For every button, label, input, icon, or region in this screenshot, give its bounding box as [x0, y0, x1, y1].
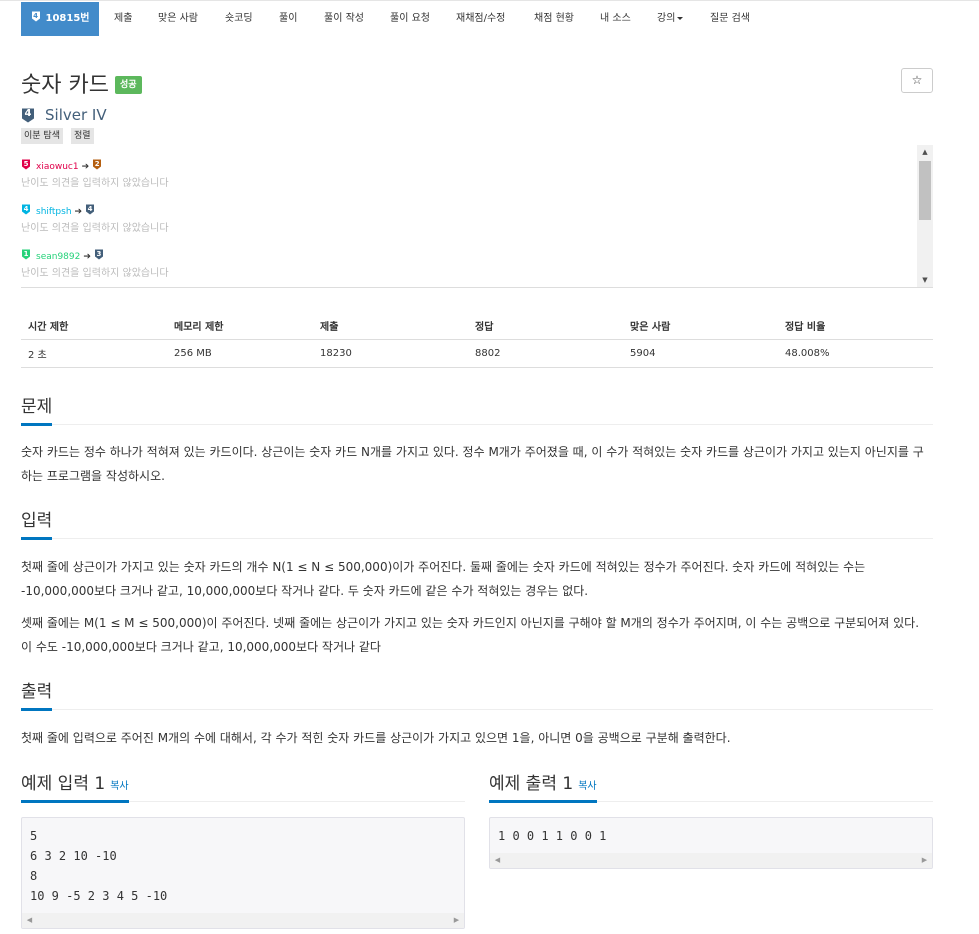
section-title: 예제 출력 1 복사 — [489, 769, 597, 803]
voted-tier-icon: 3 — [94, 249, 103, 260]
opinion-note: 난이도 의견을 입력하지 않았습니다 — [21, 268, 169, 279]
section-title: 출력 — [21, 677, 53, 711]
sample-input-content: 5 6 3 2 10 -10 8 10 9 -5 2 3 4 5 -10 — [30, 829, 168, 903]
scroll-thumb[interactable] — [919, 161, 931, 220]
tag-binary-search[interactable]: 이분 탐색 — [21, 128, 63, 144]
section-title: 입력 — [21, 506, 53, 540]
section-title: 예제 입력 1 복사 — [21, 769, 129, 803]
voted-tier-icon: 2 — [93, 159, 102, 170]
favorite-star-button[interactable]: ☆ — [901, 68, 933, 93]
input-description-2: 셋째 줄에는 M(1 ≤ M ≤ 500,000)이 주어진다. 넷째 줄에는 … — [21, 616, 920, 654]
scroll-left-icon[interactable]: ◀ — [22, 913, 37, 928]
table-row: 2 초 256 MB 18230 8802 5904 48.008% — [21, 339, 933, 368]
scroll-right-icon[interactable]: ▶ — [449, 913, 464, 928]
tab-problem[interactable]: 4 10815번 — [21, 2, 99, 36]
caret-down-icon — [677, 17, 684, 20]
sample-input-header: 예제 입력 1 복사 — [21, 769, 465, 803]
user-link[interactable]: sean9892 — [36, 252, 80, 262]
tab-lectures[interactable]: 강의 — [657, 2, 684, 36]
opinion-note: 난이도 의견을 입력하지 않았습니다 — [21, 223, 169, 234]
silver-tier-icon: 4 — [31, 11, 40, 22]
memory-limit-value: 256 MB — [167, 339, 313, 368]
tab-question-search[interactable]: 질문 검색 — [710, 2, 750, 36]
star-icon: ☆ — [911, 73, 923, 87]
copy-input-button[interactable]: 복사 — [110, 781, 128, 792]
tag-sorting[interactable]: 정렬 — [71, 128, 94, 144]
voted-tier-icon: 4 — [86, 204, 95, 215]
input-section-header: 입력 — [21, 506, 933, 540]
user-tier-icon: 5 — [22, 159, 30, 170]
user-link[interactable]: shiftpsh — [36, 207, 72, 217]
scroll-up-icon[interactable]: ▲ — [917, 145, 933, 159]
tab-solutions[interactable]: 풀이 — [279, 2, 297, 36]
accepted-value: 8802 — [468, 339, 623, 368]
status-badge: 성공 — [115, 76, 142, 94]
tier-label: Silver IV — [45, 106, 107, 124]
col-accepted: 정답 — [468, 312, 623, 340]
opinions-scrollbar[interactable]: ▲ ▼ — [917, 145, 933, 287]
problem-description: 숫자 카드는 정수 하나가 적혀져 있는 카드이다. 상근이는 숫자 카드 N개… — [21, 445, 924, 483]
arrow-right-icon: ➔ — [74, 207, 83, 217]
opinion-note: 난이도 의견을 입력하지 않았습니다 — [21, 178, 169, 189]
input-description-1: 첫째 줄에 상근이가 가지고 있는 숫자 카드의 개수 N(1 ≤ N ≤ 50… — [21, 560, 866, 598]
col-accept-ratio: 정답 비율 — [778, 312, 933, 340]
sample-input-box[interactable]: 5 6 3 2 10 -10 8 10 9 -5 2 3 4 5 -10 ◀ ▶ — [21, 817, 465, 929]
horizontal-scrollbar[interactable]: ◀ ▶ — [22, 913, 464, 928]
col-time-limit: 시간 제한 — [21, 312, 167, 340]
output-description: 첫째 줄에 입력으로 주어진 M개의 수에 대해서, 각 수가 적힌 숫자 카드… — [21, 731, 731, 745]
sample-output-content: 1 0 0 1 1 0 0 1 — [498, 829, 607, 843]
horizontal-scrollbar[interactable]: ◀ ▶ — [490, 853, 932, 868]
problem-info-table: 시간 제한 메모리 제한 제출 정답 맞은 사람 정답 비율 2 초 256 M… — [21, 312, 933, 368]
tab-my-source[interactable]: 내 소스 — [600, 2, 631, 36]
tab-submit[interactable]: 제출 — [114, 2, 132, 36]
sample-output-header: 예제 출력 1 복사 — [489, 769, 933, 803]
difficulty-opinions: 5 xiaowuc1 ➔ 2 난이도 의견을 입력하지 않았습니다 4 shiftpsh… — [21, 145, 933, 288]
time-limit-value: 2 초 — [21, 339, 167, 368]
tab-problem-label: 10815번 — [45, 13, 90, 24]
scroll-left-icon[interactable]: ◀ — [490, 853, 505, 868]
silver-tier-icon[interactable]: 4 — [21, 108, 35, 123]
scroll-right-icon[interactable]: ▶ — [917, 853, 932, 868]
solved-users-value: 5904 — [623, 339, 778, 368]
page-title: 숫자 카드 — [21, 73, 109, 98]
sample-input-title: 예제 입력 1 — [21, 774, 106, 794]
tab-lectures-label: 강의 — [657, 13, 676, 24]
problem-section-header: 문제 — [21, 392, 933, 426]
output-section-header: 출력 — [21, 677, 933, 711]
submissions-value: 18230 — [313, 339, 468, 368]
accept-ratio-value: 48.008% — [778, 339, 933, 368]
user-link[interactable]: xiaowuc1 — [36, 162, 79, 172]
tab-solved-users[interactable]: 맞은 사람 — [158, 2, 198, 36]
sample-output-box[interactable]: 1 0 0 1 1 0 0 1 ◀ ▶ — [489, 817, 933, 869]
problem-menu: 4 10815번 제출 맞은 사람 숏코딩 풀이 풀이 작성 풀이 요청 재채점… — [0, 0, 979, 36]
sample-output-title: 예제 출력 1 — [489, 774, 574, 794]
section-title: 문제 — [21, 392, 53, 426]
table-header-row: 시간 제한 메모리 제한 제출 정답 맞은 사람 정답 비율 — [21, 312, 933, 340]
col-solved-users: 맞은 사람 — [623, 312, 778, 340]
arrow-right-icon: ➔ — [81, 162, 90, 172]
copy-output-button[interactable]: 복사 — [578, 781, 596, 792]
tab-status[interactable]: 채점 현황 — [534, 2, 574, 36]
tab-write-solution[interactable]: 풀이 작성 — [324, 2, 364, 36]
tab-short-coding[interactable]: 숏코딩 — [225, 2, 253, 36]
tab-rejudge[interactable]: 재채점/수정 — [456, 2, 505, 36]
scroll-down-icon[interactable]: ▼ — [917, 273, 933, 287]
user-tier-icon: 1 — [22, 249, 30, 260]
arrow-right-icon: ➔ — [83, 252, 91, 262]
col-memory-limit: 메모리 제한 — [167, 312, 313, 340]
col-submissions: 제출 — [313, 312, 468, 340]
tab-request-solution[interactable]: 풀이 요청 — [390, 2, 430, 36]
user-tier-icon: 4 — [22, 204, 30, 215]
